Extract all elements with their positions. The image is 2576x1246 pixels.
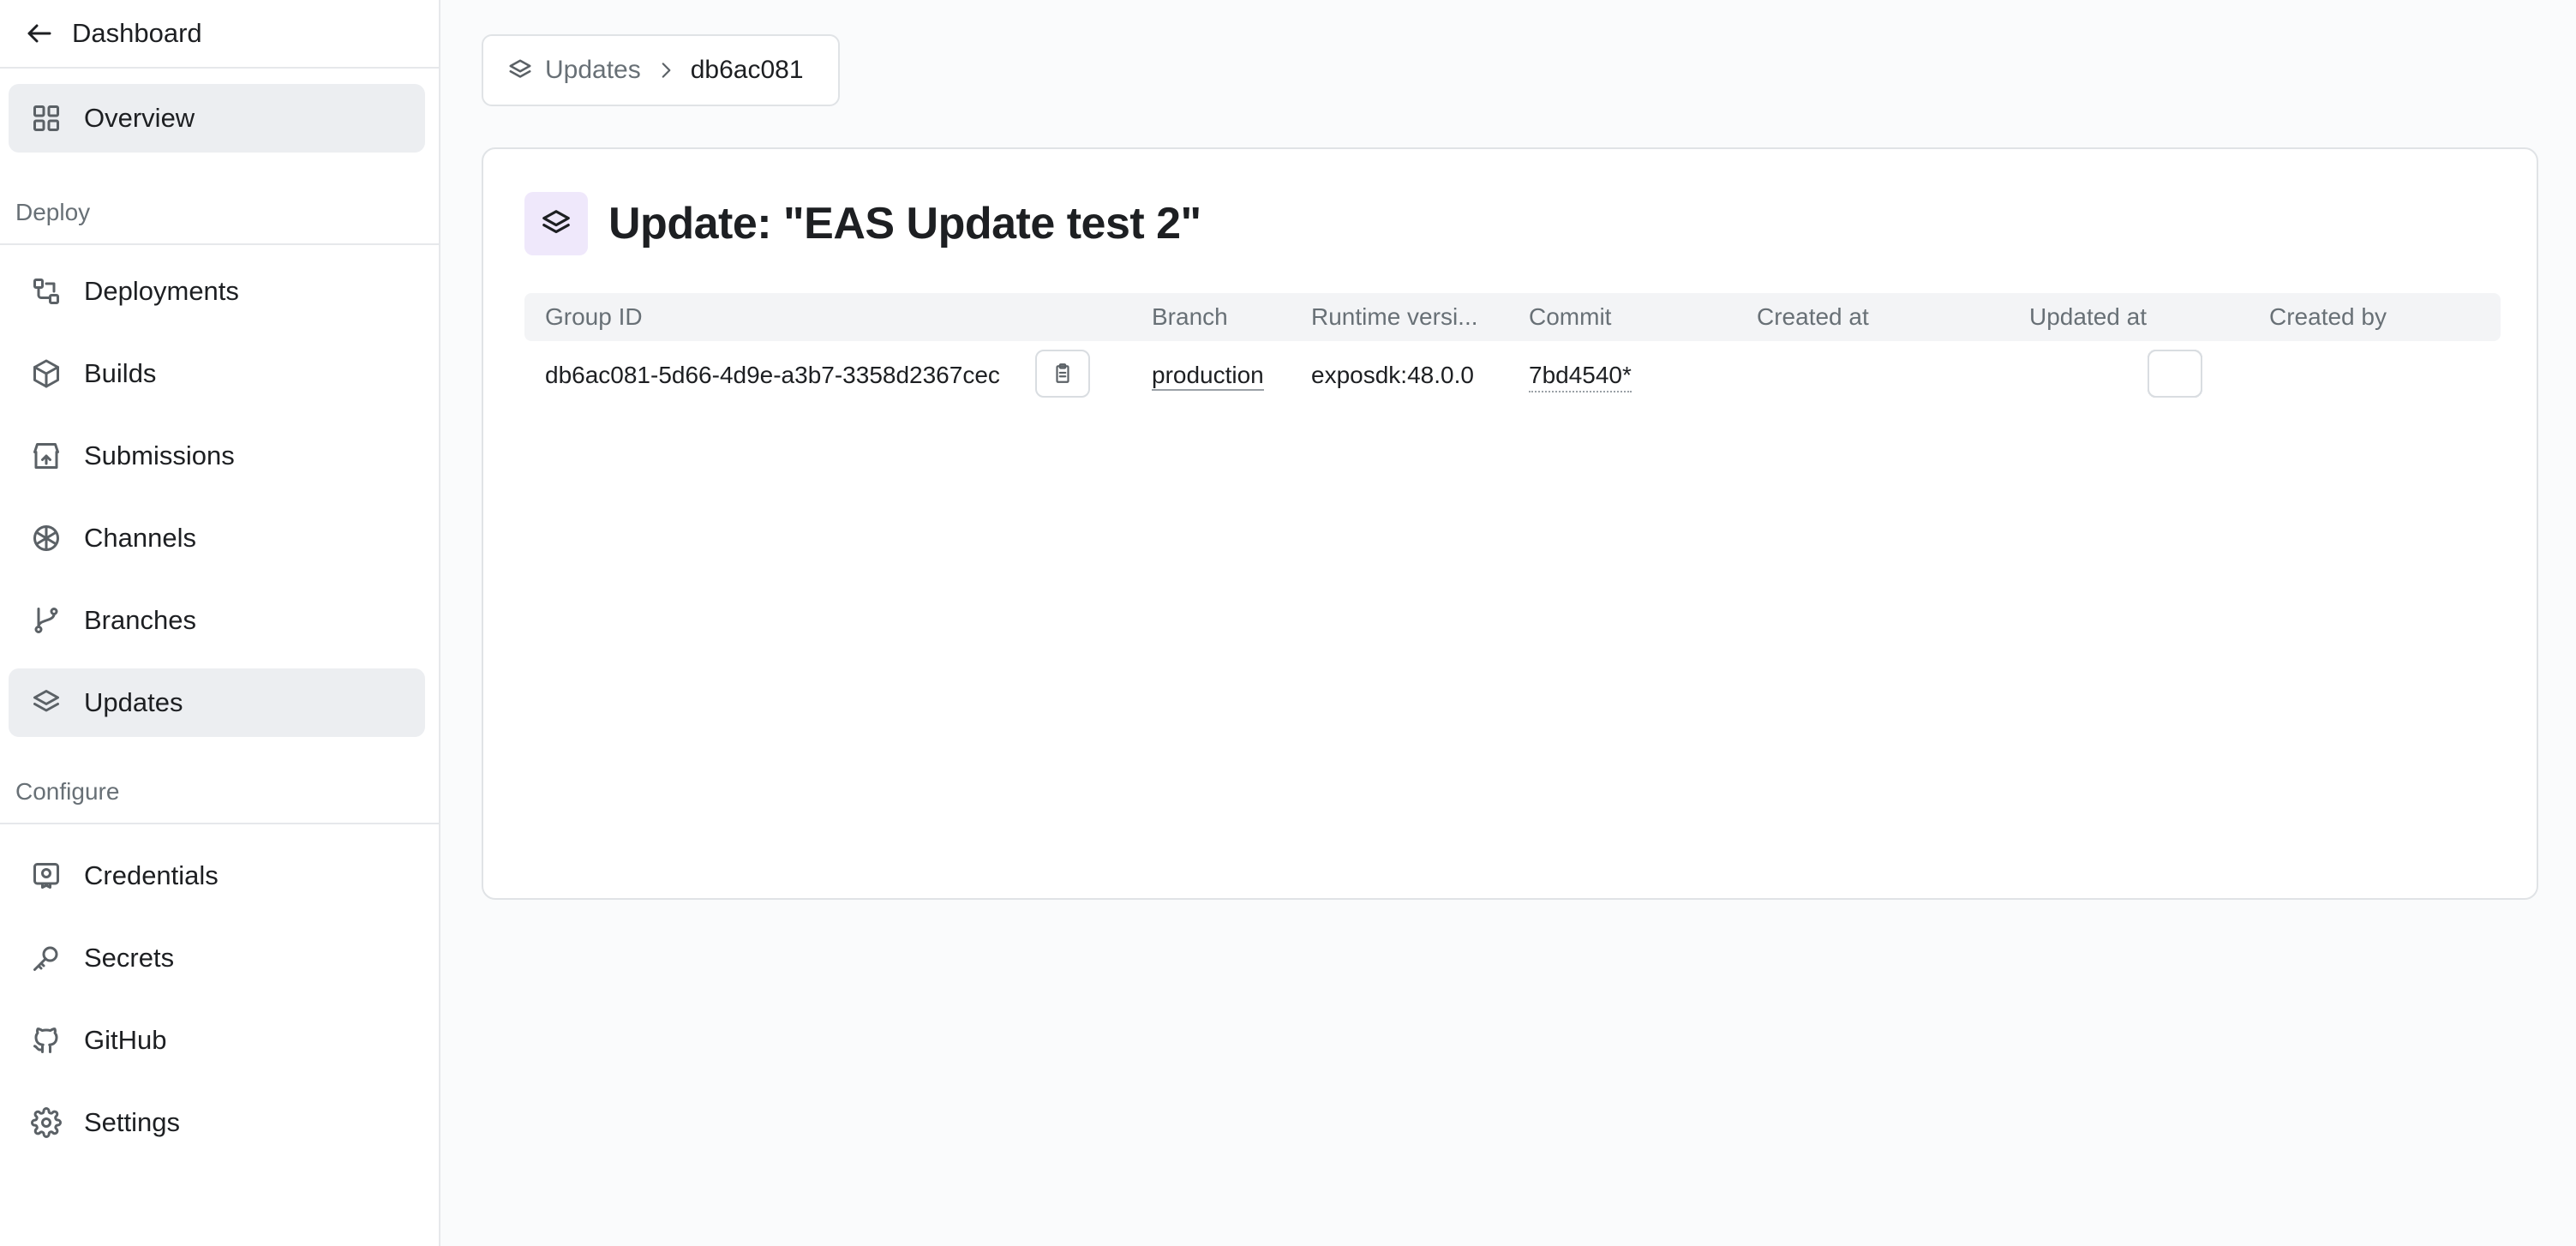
cube-icon	[29, 356, 63, 391]
layers-icon	[507, 57, 533, 83]
sidebar-item-label: Overview	[84, 103, 195, 133]
branch-link[interactable]: production	[1152, 362, 1264, 391]
certificate-icon	[29, 859, 63, 893]
sidebar-item-submissions[interactable]: Submissions	[9, 422, 425, 490]
sidebar-item-github[interactable]: GitHub	[9, 1006, 425, 1075]
dashboard-link[interactable]: Dashboard	[72, 18, 202, 49]
chevron-right-icon	[655, 59, 677, 81]
sidebar-item-label: Updates	[84, 687, 183, 717]
sidebar-item-label: Credentials	[84, 860, 219, 890]
breadcrumb-current: db6ac081	[690, 56, 804, 84]
commit-value[interactable]: 7bd4540*	[1529, 362, 1632, 392]
branch-icon	[29, 603, 63, 638]
sidebar-item-builds[interactable]: Builds	[9, 339, 425, 408]
sidebar-item-secrets[interactable]: Secrets	[9, 924, 425, 992]
sidebar-item-credentials[interactable]: Credentials	[9, 842, 425, 910]
deployments-icon	[29, 274, 63, 309]
column-header-branch: Branch	[1152, 303, 1228, 330]
layers-icon	[524, 192, 588, 255]
page-header: Update: "EAS Update test 2"	[524, 192, 1201, 255]
sidebar-item-label: Builds	[84, 358, 157, 388]
metadata-header-row: Group ID Branch Runtime versi... Commit …	[524, 293, 2501, 341]
sidebar-header[interactable]: Dashboard	[0, 0, 439, 69]
sidebar-item-channels[interactable]: Channels	[9, 504, 425, 572]
gear-icon	[29, 1105, 63, 1140]
sidebar-item-updates[interactable]: Updates	[9, 668, 425, 737]
grid-icon	[29, 101, 63, 135]
breadcrumb-updates-link[interactable]: Updates	[545, 56, 641, 85]
column-header-updated-at: Updated at	[2029, 303, 2147, 330]
sidebar-item-overview[interactable]: Overview	[9, 84, 425, 153]
sidebar-item-branches[interactable]: Branches	[9, 586, 425, 655]
copy-commit-hidden100[interactable]	[2148, 350, 2202, 398]
key-icon	[29, 941, 63, 975]
sidebar-item-label: Submissions	[84, 440, 235, 470]
arrow-left-icon[interactable]	[22, 16, 57, 51]
layers-icon	[29, 686, 63, 720]
sidebar-item-label: Branches	[84, 605, 196, 635]
clipboard-icon	[1056, 363, 1069, 383]
sidebar-item-label: Deployments	[84, 276, 239, 306]
runtime-version-value: exposdk:48.0.0	[1311, 362, 1474, 388]
column-header-commit: Commit	[1529, 303, 1612, 330]
sidebar-item-label: Secrets	[84, 943, 175, 973]
sidebar-section-deploy: Deploy	[0, 197, 439, 245]
page-title: Update: "EAS Update test 2"	[608, 199, 1201, 249]
sidebar: Dashboard Overview Deploy Deployments Bu…	[0, 0, 440, 1246]
metadata-row: db6ac081-5d66-4d9e-a3b7-3358d2367cec pro…	[524, 346, 2501, 406]
column-header-created-by: Created by	[2269, 303, 2387, 330]
breadcrumb: Updates db6ac081	[482, 34, 840, 106]
column-header-group-id: Group ID	[545, 303, 643, 330]
sidebar-item-settings[interactable]: Settings	[9, 1088, 425, 1157]
column-header-runtime-version: Runtime versi...	[1311, 303, 1478, 330]
sidebar-item-label: Settings	[84, 1107, 181, 1137]
sidebar-section-configure: Configure	[0, 776, 439, 824]
store-icon	[29, 439, 63, 473]
column-header-created-at: Created at	[1757, 303, 1869, 330]
sidebar-item-deployments[interactable]: Deployments	[9, 257, 425, 326]
update-details-card: Update: "EAS Update test 2" Group ID Bra…	[482, 147, 2538, 900]
github-icon	[29, 1023, 63, 1057]
group-id-value: db6ac081-5d66-4d9e-a3b7-3358d2367cec	[545, 362, 1000, 388]
copy-group-id-button[interactable]	[1035, 350, 1090, 398]
channels-icon	[29, 521, 63, 555]
sidebar-item-label: Channels	[84, 523, 196, 553]
sidebar-item-label: GitHub	[84, 1025, 167, 1055]
